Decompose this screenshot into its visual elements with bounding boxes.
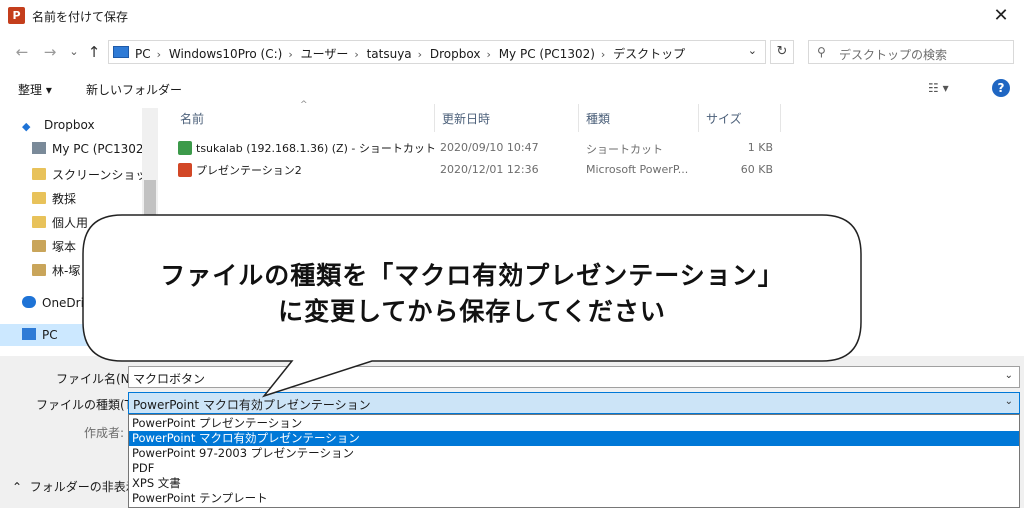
powerpoint-file-icon — [178, 163, 192, 177]
organize-button[interactable]: 整理 ▾ — [18, 81, 52, 98]
search-input[interactable]: ⚲ デスクトップの検索 — [808, 40, 1014, 64]
sidebar-item-onedrive[interactable]: OneDri — [22, 296, 84, 316]
file-date: 2020/12/01 12:36 — [440, 163, 539, 176]
address-bar[interactable]: PC › Windows10Pro (C:) › ユーザー › tatsuya › Dr… — [108, 40, 766, 64]
network-shortcut-icon — [178, 141, 192, 155]
filetype-option[interactable]: XPS 文書 — [129, 476, 1019, 491]
folder-icon — [32, 168, 46, 180]
callout-bubble: ファイルの種類を「マクロ有効プレゼンテーション」 に変更してから保存してください — [82, 214, 862, 398]
breadcrumb-item[interactable]: PC — [135, 47, 151, 61]
column-header-date[interactable]: 更新日時 — [442, 110, 490, 127]
toolbar: 整理 ▾ 新しいフォルダー ☷ ▾ ? — [0, 74, 1024, 104]
navigation-bar: ← → ⌄ ↑ PC › Windows10Pro (C:) › ユーザー › tat… — [0, 36, 1024, 70]
breadcrumb-item[interactable]: Windows10Pro (C:) — [169, 47, 282, 61]
recent-locations-chevron-icon[interactable]: ⌄ — [64, 42, 84, 62]
chevron-right-icon[interactable]: › — [601, 48, 605, 61]
window-title: 名前を付けて保存 — [32, 10, 129, 24]
pc-icon — [22, 328, 36, 340]
chevron-right-icon[interactable]: › — [288, 48, 292, 61]
dropbox-icon: ◆ — [22, 120, 31, 133]
breadcrumb-item[interactable]: Dropbox — [430, 47, 481, 61]
new-folder-button[interactable]: 新しいフォルダー — [86, 81, 182, 98]
onedrive-icon — [22, 296, 36, 308]
breadcrumb: PC › Windows10Pro (C:) › ユーザー › tatsuya › Dr… — [135, 45, 689, 62]
chevron-right-icon[interactable]: › — [354, 48, 358, 61]
breadcrumb-item[interactable]: デスクトップ — [613, 47, 685, 61]
breadcrumb-item[interactable]: ユーザー — [301, 47, 349, 61]
filetype-option[interactable]: PowerPoint テンプレート — [129, 491, 1019, 506]
table-row[interactable]: tsukalab (192.168.1.36) (Z) - ショートカット 20… — [178, 138, 778, 158]
file-size: 1 KB — [747, 141, 773, 154]
sidebar-item-kyousai[interactable]: 教採 — [32, 190, 76, 210]
breadcrumb-item[interactable]: tatsuya — [367, 47, 412, 61]
file-date: 2020/09/10 10:47 — [440, 141, 539, 154]
sort-up-icon: ^ — [300, 100, 308, 110]
refresh-button[interactable]: ↻ — [770, 40, 794, 64]
sidebar-item-pc[interactable]: PC — [22, 328, 58, 348]
search-icon: ⚲ — [817, 45, 826, 59]
filetype-option-selected[interactable]: PowerPoint マクロ有効プレゼンテーション — [129, 431, 1019, 446]
file-name: プレゼンテーション2 — [196, 164, 302, 177]
computer-icon — [32, 142, 46, 154]
filetype-dropdown-list: PowerPoint プレゼンテーション PowerPoint マクロ有効プレゼ… — [128, 414, 1020, 508]
chevron-down-icon[interactable]: ⌄ — [1005, 396, 1013, 407]
callout-line-1: ファイルの種類を「マクロ有効プレゼンテーション」 — [160, 261, 784, 290]
sidebar-item-my-pc[interactable]: My PC (PC1302) — [32, 142, 148, 162]
shared-folder-icon — [32, 264, 46, 276]
hide-folders-button[interactable]: ⌃ フォルダーの非表示 — [12, 478, 138, 495]
filetype-option[interactable]: PowerPoint プレゼンテーション — [129, 416, 1019, 431]
column-divider[interactable] — [780, 104, 781, 132]
chevron-down-icon[interactable]: ⌄ — [748, 44, 757, 57]
file-type: Microsoft PowerP... — [586, 163, 689, 176]
search-placeholder: デスクトップの検索 — [839, 48, 948, 62]
sidebar-item-tsukamoto[interactable]: 塚本 — [32, 238, 76, 258]
sidebar-item-hayashi[interactable]: 林-塚 — [32, 262, 80, 282]
forward-arrow-icon[interactable]: → — [40, 42, 60, 62]
chevron-down-icon[interactable]: ⌄ — [1005, 370, 1013, 381]
up-arrow-icon[interactable]: ↑ — [84, 42, 104, 62]
file-name: tsukalab (192.168.1.36) (Z) - ショートカット — [196, 142, 436, 155]
column-divider[interactable] — [434, 104, 435, 132]
author-label: 作成者: — [84, 426, 125, 440]
chevron-up-icon: ⌃ — [12, 480, 23, 494]
file-type: ショートカット — [586, 143, 663, 156]
sidebar-item-personal[interactable]: 個人用 — [32, 214, 88, 234]
column-header-name[interactable]: 名前 — [180, 110, 204, 127]
back-arrow-icon[interactable]: ← — [12, 42, 32, 62]
column-divider[interactable] — [578, 104, 579, 132]
folder-icon — [32, 216, 46, 228]
callout-line-2: に変更してから保存してください — [278, 297, 666, 326]
column-header-type[interactable]: 種類 — [586, 110, 610, 127]
breadcrumb-item[interactable]: My PC (PC1302) — [499, 47, 595, 61]
chevron-right-icon[interactable]: › — [157, 48, 161, 61]
sidebar-item-screenshot[interactable]: スクリーンショット — [32, 166, 159, 186]
title-bar: P 名前を付けて保存 ✕ — [0, 0, 1024, 32]
folder-icon — [32, 192, 46, 204]
table-row[interactable]: プレゼンテーション2 2020/12/01 12:36 Microsoft Po… — [178, 160, 778, 180]
sidebar-item-dropbox[interactable]: ◆ Dropbox — [22, 118, 95, 138]
view-options-icon[interactable]: ☷ ▾ — [928, 81, 949, 95]
chevron-right-icon[interactable]: › — [486, 48, 490, 61]
pc-icon — [113, 46, 129, 58]
chevron-right-icon[interactable]: › — [418, 48, 422, 61]
filetype-option[interactable]: PDF — [129, 461, 1019, 476]
help-icon[interactable]: ? — [992, 79, 1010, 97]
close-button[interactable]: ✕ — [978, 0, 1024, 32]
filetype-option[interactable]: PowerPoint 97-2003 プレゼンテーション — [129, 446, 1019, 461]
powerpoint-app-icon: P — [8, 7, 25, 24]
file-size: 60 KB — [740, 163, 773, 176]
column-header-size[interactable]: サイズ — [706, 110, 742, 127]
column-divider[interactable] — [698, 104, 699, 132]
shared-folder-icon — [32, 240, 46, 252]
